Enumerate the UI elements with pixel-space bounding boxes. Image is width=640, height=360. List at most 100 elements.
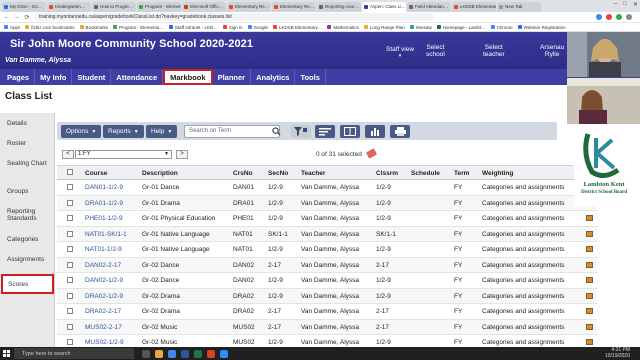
table-row[interactable]: DRA02-1/2-9 Gr-02 Drama DRA02 1/2-9 Van Damm… [57,288,597,304]
extension-icon[interactable] [616,14,622,20]
nav-tab-pages[interactable]: Pages [2,69,36,85]
gradebook-icon[interactable] [586,277,593,283]
user-menu[interactable]: Arsenau Rylie [540,44,564,58]
browser-tab[interactable]: Microsoft Offic… [182,2,226,12]
sort-icon[interactable] [315,125,335,138]
side-item-roster[interactable]: Roster [0,140,55,147]
browser-tab[interactable]: Elementary Re… [272,2,316,12]
reload-icon[interactable]: ⟳ [24,14,30,21]
bookmark-item[interactable]: Mathematics [327,25,359,30]
nav-tab-markbook[interactable]: Markbook [163,69,213,85]
options-button[interactable]: Options ▼ [61,125,102,138]
reports-button[interactable]: Reports ▼ [103,125,144,138]
row-checkbox[interactable] [67,323,73,330]
bookmark-item[interactable]: Long Range Plan [363,25,405,30]
course-link[interactable]: MUS02-1/2-9 [85,339,124,346]
course-link[interactable]: DRA02-1/2-9 [85,293,123,300]
column-header-teacher[interactable]: Teacher [301,170,325,177]
gradebook-icon[interactable] [586,339,593,345]
course-link[interactable]: MUS02-2-17 [85,324,122,331]
column-header-description[interactable]: Description [142,170,178,177]
gradebook-icon[interactable] [586,215,593,221]
column-header-schedule[interactable]: Schedule [411,170,440,177]
print-icon[interactable] [390,125,410,138]
select-teacher-button[interactable]: Select teacher [483,44,505,58]
row-checkbox[interactable] [67,277,73,283]
bookmark-item[interactable]: Chrome [490,25,513,30]
help-button[interactable]: Help ▼ [146,125,178,138]
select-school-button[interactable]: Select school [426,44,445,58]
close-icon[interactable]: ✕ [633,1,638,8]
browser-tab[interactable]: LKDSB Elementar… [452,2,496,12]
column-header-secno[interactable]: SecNo [268,170,288,177]
zoom-icon[interactable] [220,349,228,358]
start-button[interactable] [0,347,12,360]
next-page-button[interactable]: > [176,150,188,159]
taskbar-search[interactable]: Type here to search [14,348,134,359]
browser-tab[interactable]: My Drive - Go… [2,2,46,12]
browser-tab[interactable]: Kindergarten… [47,2,91,12]
table-row[interactable]: NAT01-1/2-9 Gr-01 Native Language NAT01 1/2… [57,242,597,258]
bookmark-item[interactable]: fizbiz.com bookmarks [25,25,75,30]
bookmark-item[interactable]: Seesaw [409,25,432,30]
row-checkbox[interactable] [67,292,73,299]
course-link[interactable]: NAT01-1/2-9 [85,246,122,253]
bookmark-item[interactable]: LKDSB Elementary… [273,25,322,30]
bookmark-item[interactable]: Apps [4,25,20,30]
powerpoint-icon[interactable] [207,349,215,358]
column-header-course[interactable]: Course [85,170,107,177]
nav-tab-attendance[interactable]: Attendance [111,69,164,85]
eraser-icon[interactable] [365,148,378,159]
previous-page-button[interactable]: < [62,150,74,159]
columns-icon[interactable] [340,125,360,138]
course-link[interactable]: DAN02-1/2-9 [85,277,123,284]
side-item-scores[interactable]: Scores [1,274,54,294]
course-link[interactable]: DAN01-1/2-9 [85,184,123,191]
select-all-checkbox[interactable] [67,169,73,175]
side-item-groups[interactable]: Groups [0,188,55,195]
bookmark-item[interactable]: Homepage - Lambt… [436,25,486,30]
column-header-term[interactable]: Term [454,170,469,177]
extension-icon[interactable] [596,14,602,20]
browser-tab[interactable]: Program - Elemen… [137,2,181,12]
column-header-weighting[interactable]: Weighting [482,170,513,177]
extension-icon[interactable] [606,14,612,20]
search-input[interactable]: Search on Term [184,125,280,138]
row-checkbox[interactable] [67,261,73,268]
nav-tab-student[interactable]: Student [72,69,112,85]
gradebook-icon[interactable] [586,246,593,252]
search-icon[interactable] [269,126,283,137]
table-row[interactable]: DAN02-1/2-9 Gr-02 Dance DAN02 1/2-9 Van Damm… [57,273,597,289]
row-checkbox[interactable] [67,215,73,221]
course-link[interactable]: DRA01-1/2-9 [85,200,123,207]
side-item-categories[interactable]: Categories [0,236,55,243]
bookmark-item[interactable]: Program - Elementa… [113,25,164,30]
nav-tab-tools[interactable]: Tools [295,69,326,85]
table-row[interactable]: DAN02-2-17 Gr-02 Dance DAN02 2-17 Van Damme,… [57,257,597,273]
side-item-assignments[interactable]: Assignments [0,256,55,263]
side-item-details[interactable]: Details [0,120,55,127]
row-checkbox[interactable] [67,246,73,252]
column-header-clssrm[interactable]: Clssrm [376,170,398,177]
browser-tab[interactable]: Aspen: Class Li… [362,2,406,12]
word-icon[interactable] [181,349,189,358]
nav-tab-my-info[interactable]: My Info [35,69,73,85]
bookmark-item[interactable]: Staff Intranet - LKD… [168,25,218,30]
url-field[interactable]: training.myontarioedu.ca/aspen/gradebook… [34,13,434,21]
filter-icon[interactable] [291,125,311,138]
table-row[interactable]: DRA02-2-17 Gr-02 Drama DRA02 2-17 Van Damme,… [57,304,597,320]
gradebook-icon[interactable] [586,261,593,268]
nav-tab-analytics[interactable]: Analytics [251,69,296,85]
row-checkbox[interactable] [67,199,73,206]
chrome-icon[interactable] [168,349,176,358]
table-row[interactable]: NAT01-SK/1-1 Gr-01 Native Language NAT01 SK… [57,226,597,242]
task-view-icon[interactable] [142,349,150,358]
back-arrow-icon[interactable]: ← [4,14,10,20]
gradebook-icon[interactable] [586,308,593,314]
table-row[interactable]: DRA01-1/2-9 Gr-01 Drama DRA01 1/2-9 Van Damm… [57,195,597,211]
row-checkbox[interactable] [67,308,73,314]
forward-arrow-icon[interactable]: → [14,14,20,20]
row-checkbox[interactable] [67,230,73,237]
maximize-icon[interactable]: □ [623,1,627,8]
course-link[interactable]: DAN02-2-17 [85,262,121,269]
